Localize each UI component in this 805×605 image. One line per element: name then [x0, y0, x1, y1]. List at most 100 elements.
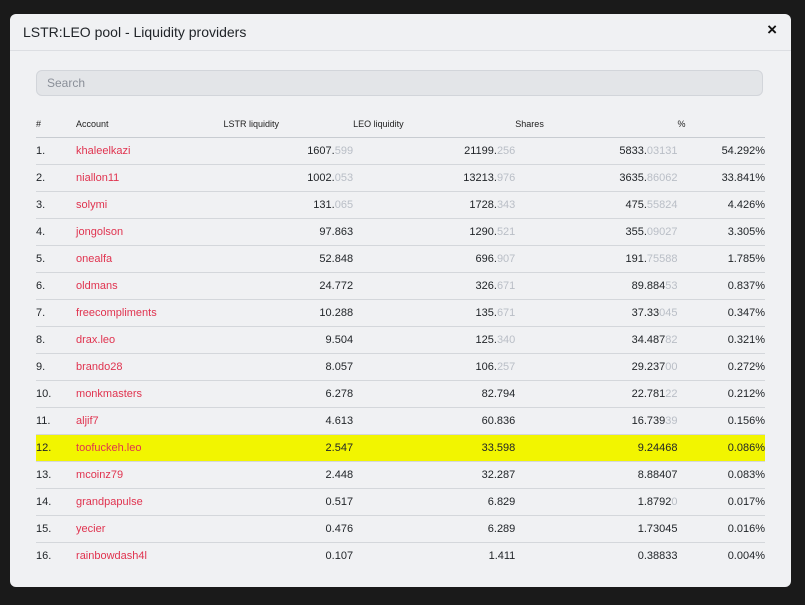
rank-cell: 4. — [36, 218, 77, 246]
table-row: 2. niallon11 1002.053 13213.976 3635.86062 33… — [36, 164, 765, 192]
table-row: 9. brando28 8.057 106.257 29.23700 0.272% — [36, 353, 765, 381]
leo-liquidity-cell-value: 60.836 — [481, 415, 516, 427]
leo-liquidity-cell-value: 33.598 — [481, 442, 516, 454]
lstr-liquidity-cell: 97.863 — [223, 218, 354, 246]
liquidity-providers-modal: LSTR:LEO pool - Liquidity providers × # … — [10, 14, 791, 587]
rank-cell: 14. — [36, 488, 77, 516]
account-link[interactable]: jongolson — [76, 226, 123, 238]
modal-title: LSTR:LEO pool - Liquidity providers — [23, 24, 247, 40]
shares-cell-decimals: 55824 — [646, 199, 678, 211]
shares-cell-value: 1.73045 — [637, 523, 678, 535]
shares-cell: 34.48782 — [515, 326, 678, 354]
shares-cell: 1.73045 — [515, 515, 678, 543]
lstr-liquidity-cell: 24.772 — [223, 272, 354, 300]
lstr-liquidity-cell: 0.517 — [223, 488, 354, 516]
lstr-liquidity-cell-value: 1607. — [307, 145, 335, 157]
shares-cell: 355.09027 — [515, 218, 678, 246]
account-link[interactable]: monkmasters — [76, 388, 142, 400]
account-link[interactable]: niallon11 — [76, 172, 119, 184]
header-percent[interactable]: % — [677, 111, 765, 138]
account-cell: solymi — [76, 191, 224, 219]
account-cell: niallon11 — [76, 164, 224, 192]
header-leo-liquidity[interactable]: LEO liquidity — [353, 111, 516, 138]
percent-cell: 0.321% — [677, 326, 765, 354]
header-rank[interactable]: # — [36, 111, 77, 138]
leo-liquidity-cell-value: 1290. — [469, 226, 497, 238]
percent-cell: 0.156% — [677, 407, 765, 435]
rank-cell: 8. — [36, 326, 77, 354]
close-icon[interactable]: × — [767, 21, 777, 39]
table-row: 8. drax.leo 9.504 125.340 34.48782 0.321% — [36, 326, 765, 354]
leo-liquidity-cell: 60.836 — [353, 407, 516, 435]
leo-liquidity-cell-decimals: 907 — [496, 253, 516, 265]
account-link[interactable]: drax.leo — [76, 334, 115, 346]
lstr-liquidity-cell: 131.065 — [223, 191, 354, 219]
lstr-liquidity-cell-value: 0.107 — [325, 550, 354, 562]
account-link[interactable]: toofuckeh.leo — [76, 442, 141, 454]
leo-liquidity-cell: 106.257 — [353, 353, 516, 381]
shares-cell-decimals: 045 — [659, 307, 678, 319]
rank-cell: 7. — [36, 299, 77, 327]
table-row: 13. mcoinz79 2.448 32.287 8.88407 0.083% — [36, 461, 765, 489]
leo-liquidity-cell-value: 82.794 — [481, 388, 516, 400]
table-header-row: # Account LSTR liquidity LEO liquidity S… — [36, 111, 765, 138]
header-lstr-liquidity[interactable]: LSTR liquidity — [223, 111, 354, 138]
leo-liquidity-cell-value: 1.411 — [488, 550, 516, 562]
lstr-liquidity-cell: 2.448 — [223, 461, 354, 489]
lstr-liquidity-cell: 8.057 — [223, 353, 354, 381]
header-account[interactable]: Account — [76, 111, 224, 138]
lstr-liquidity-cell-value: 10.288 — [319, 307, 354, 319]
table-row: 3. solymi 131.065 1728.343 475.55824 4.426% — [36, 191, 765, 219]
leo-liquidity-cell: 125.340 — [353, 326, 516, 354]
search-input[interactable] — [36, 70, 763, 96]
shares-cell: 8.88407 — [515, 461, 678, 489]
account-link[interactable]: freecompliments — [76, 307, 157, 319]
shares-cell-value: 3635. — [619, 172, 647, 184]
account-link[interactable]: onealfa — [76, 253, 112, 265]
account-link[interactable]: rainbowdash4l — [76, 550, 147, 562]
table-row: 6. oldmans 24.772 326.671 89.88453 0.837% — [36, 272, 765, 300]
shares-cell-value: 29.237 — [631, 361, 666, 373]
account-link[interactable]: oldmans — [76, 280, 118, 292]
shares-cell: 0.38833 — [515, 543, 678, 570]
lstr-liquidity-cell-value: 9.504 — [325, 334, 354, 346]
table-row: 12. toofuckeh.leo 2.547 33.598 9.24468 0.086% — [36, 434, 765, 462]
percent-cell: 0.272% — [677, 353, 765, 381]
percent-cell: 33.841% — [677, 164, 765, 192]
account-link[interactable]: khaleelkazi — [76, 145, 130, 157]
shares-cell-decimals: 09027 — [646, 226, 678, 238]
account-cell: yecier — [76, 515, 224, 543]
account-link[interactable]: aljif7 — [76, 415, 99, 427]
leo-liquidity-cell-value: 6.289 — [487, 523, 516, 535]
rank-cell: 3. — [36, 191, 77, 219]
leo-liquidity-cell: 135.671 — [353, 299, 516, 327]
shares-cell: 37.33045 — [515, 299, 678, 327]
account-cell: oldmans — [76, 272, 224, 300]
lstr-liquidity-cell: 10.288 — [223, 299, 354, 327]
account-link[interactable]: solymi — [76, 199, 107, 211]
table-row: 11. aljif7 4.613 60.836 16.73939 0.156% — [36, 407, 765, 435]
account-cell: khaleelkazi — [76, 137, 224, 165]
account-link[interactable]: yecier — [76, 523, 105, 535]
percent-cell: 3.305% — [677, 218, 765, 246]
lstr-liquidity-cell-value: 131. — [313, 199, 335, 211]
lstr-liquidity-cell: 6.278 — [223, 380, 354, 408]
account-link[interactable]: brando28 — [76, 361, 123, 373]
leo-liquidity-cell: 21199.256 — [353, 137, 516, 165]
table-row: 1. khaleelkazi 1607.599 21199.256 5833.03131… — [36, 137, 765, 165]
leo-liquidity-cell-decimals: 343 — [496, 199, 516, 211]
account-cell: monkmasters — [76, 380, 224, 408]
shares-cell: 29.23700 — [515, 353, 678, 381]
leo-liquidity-cell-value: 1728. — [469, 199, 497, 211]
liquidity-providers-table: # Account LSTR liquidity LEO liquidity S… — [36, 111, 765, 569]
table-row: 5. onealfa 52.848 696.907 191.75588 1.785% — [36, 245, 765, 273]
lstr-liquidity-cell-value: 2.547 — [325, 442, 354, 454]
rank-cell: 5. — [36, 245, 77, 273]
header-shares[interactable]: Shares — [515, 111, 678, 138]
account-link[interactable]: mcoinz79 — [76, 469, 123, 481]
account-link[interactable]: grandpapulse — [76, 496, 143, 508]
account-cell: toofuckeh.leo — [76, 434, 224, 462]
account-cell: freecompliments — [76, 299, 224, 327]
shares-cell-value: 5833. — [619, 145, 647, 157]
percent-cell: 4.426% — [677, 191, 765, 219]
